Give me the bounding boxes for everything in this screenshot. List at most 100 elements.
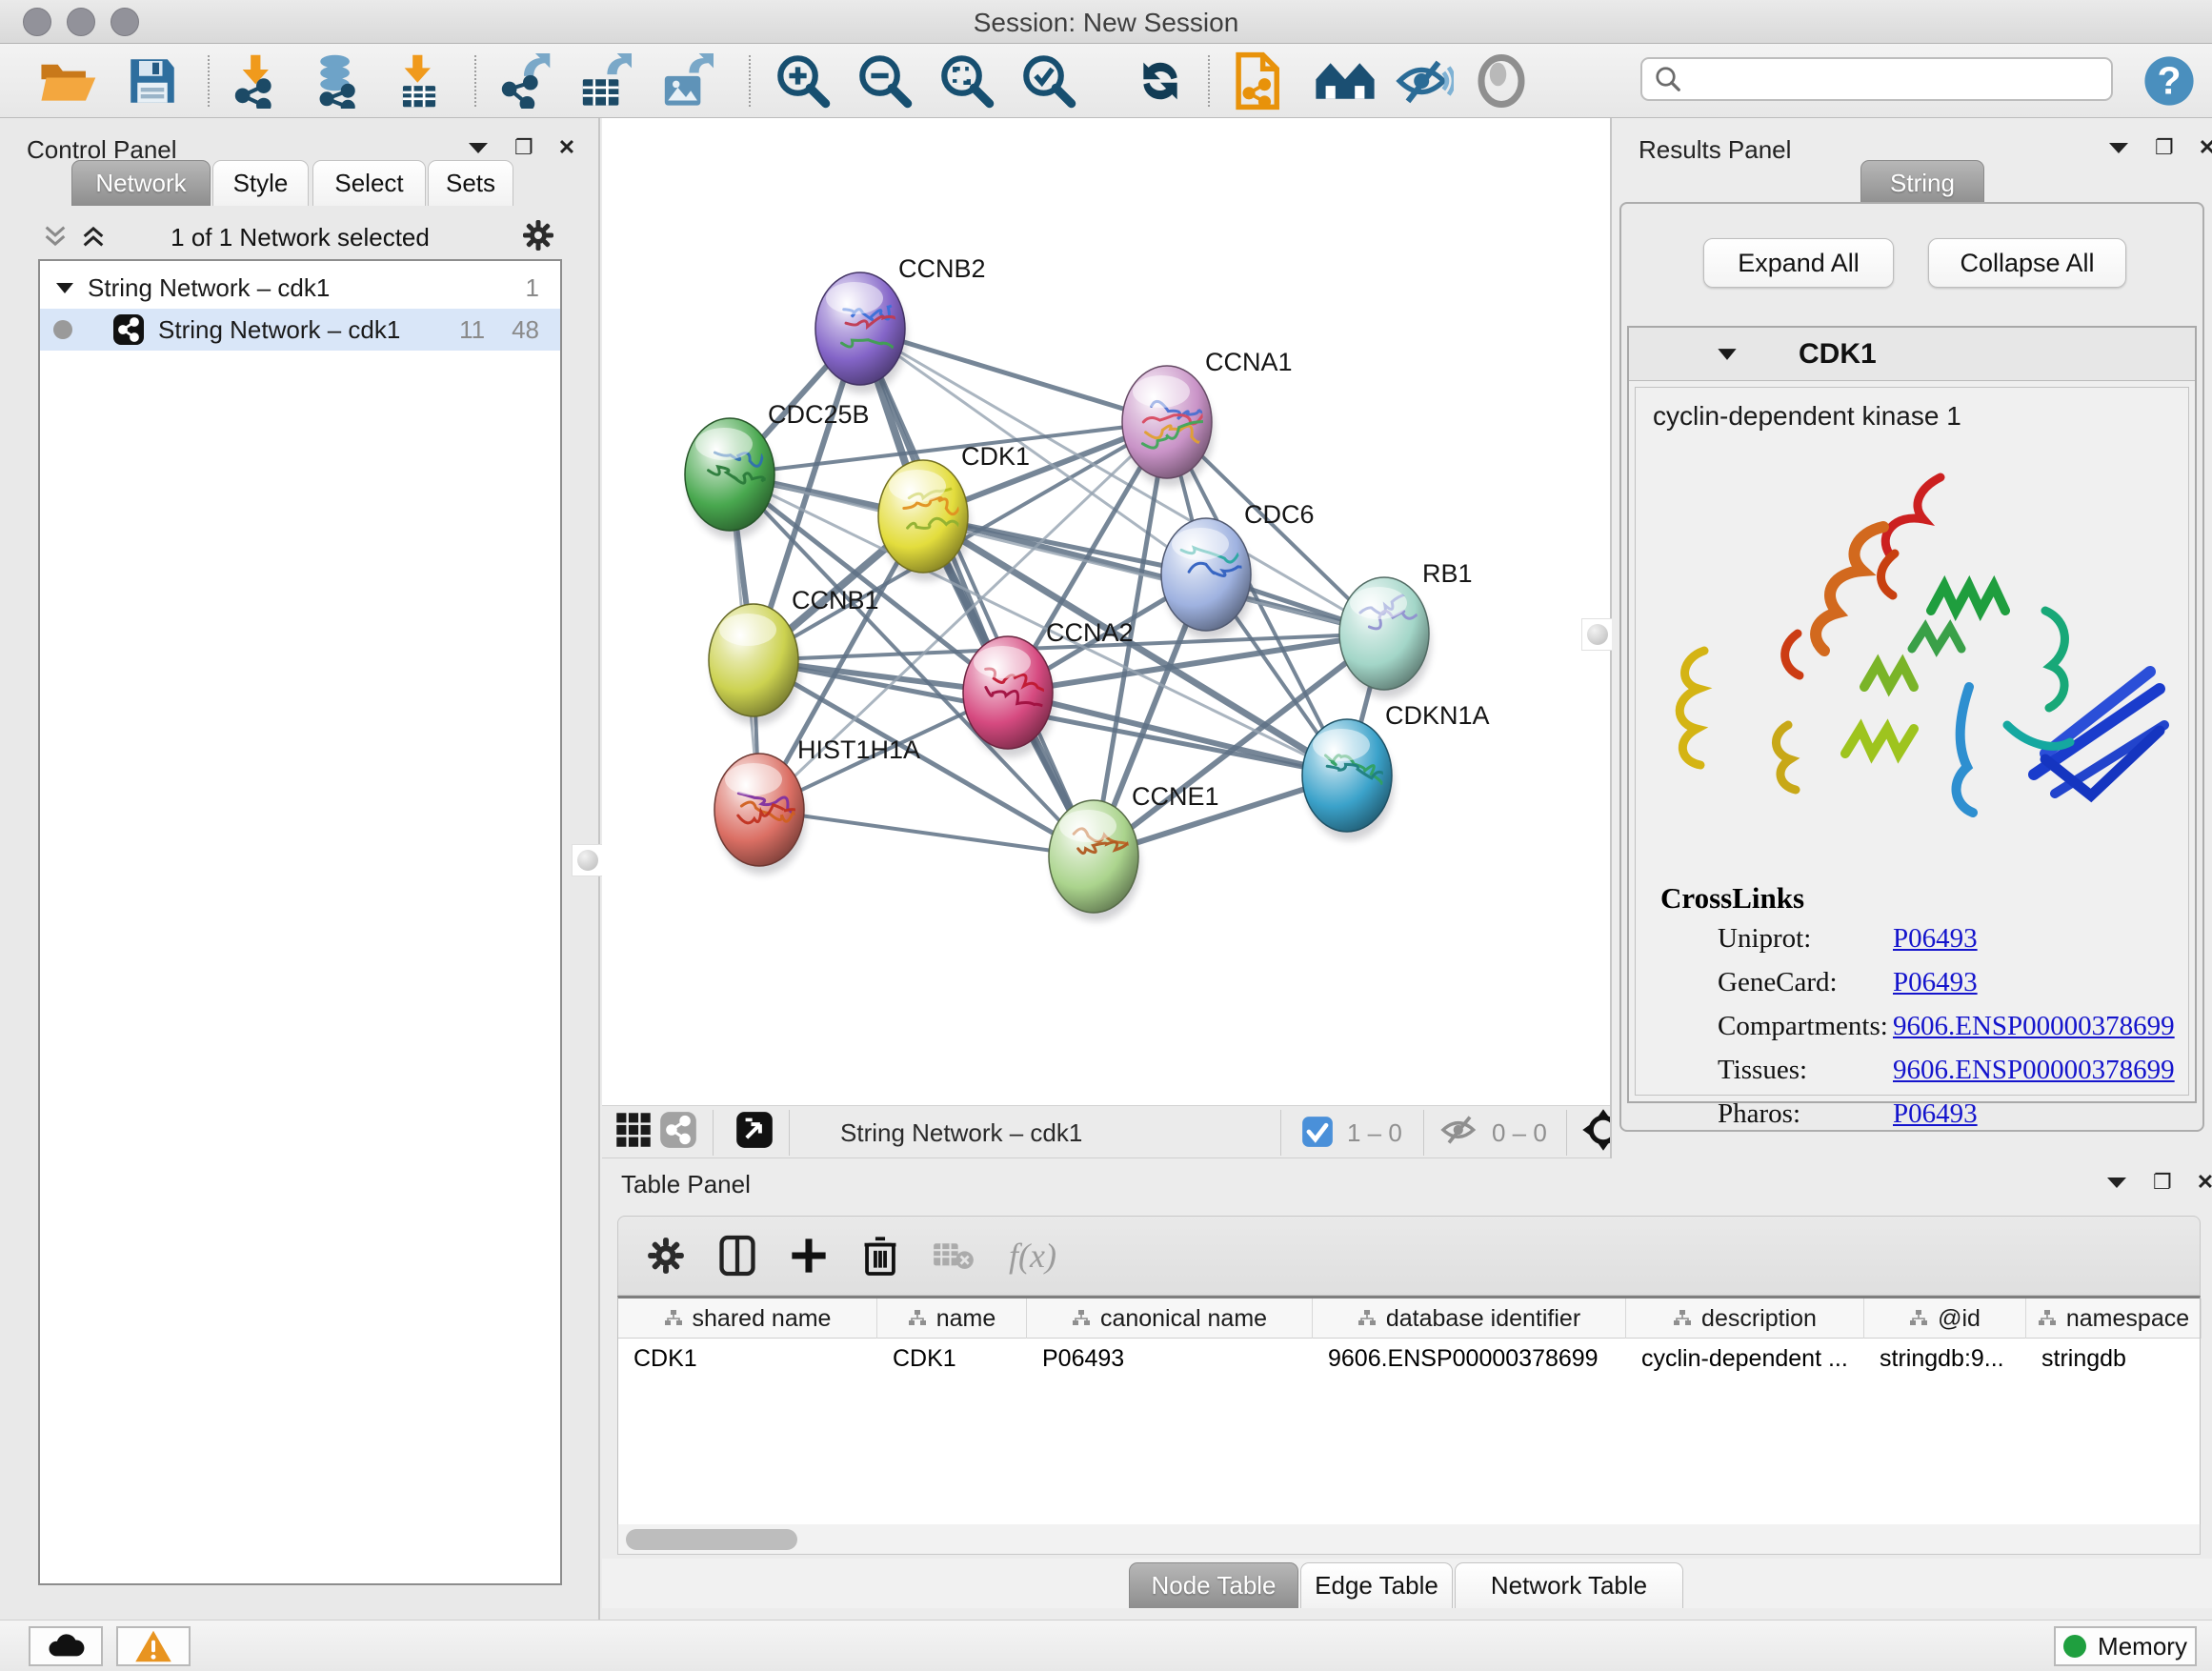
hidden-elements-button[interactable]: [1438, 1102, 1480, 1158]
clear-table-icon[interactable]: [933, 1239, 975, 1272]
tab-string[interactable]: String: [1860, 160, 1984, 206]
node-label-CDC6[interactable]: CDC6: [1244, 500, 1315, 529]
export-table-button[interactable]: [573, 53, 634, 109]
node-label-HIST1H1A[interactable]: HIST1H1A: [797, 735, 920, 764]
node-label-CCNB2[interactable]: CCNB2: [898, 254, 986, 283]
export-image-button[interactable]: [655, 53, 716, 109]
help-button[interactable]: ?: [2142, 53, 2197, 109]
table-cell[interactable]: CDK1: [877, 1339, 1027, 1379]
node-label-CCNA1[interactable]: CCNA1: [1205, 348, 1293, 376]
crosslink-row: GeneCard: P06493: [1636, 967, 2188, 1011]
search-input[interactable]: [1682, 66, 2092, 92]
scrollbar-thumb[interactable]: [626, 1529, 797, 1550]
panel-menu-icon[interactable]: [467, 140, 490, 155]
node-attribute-table[interactable]: shared nameCDK1nameCDK1canonical nameP06…: [617, 1296, 2201, 1524]
refresh-network-button[interactable]: [1132, 53, 1189, 109]
tree-expander-icon[interactable]: [55, 281, 74, 294]
string-network-graph[interactable]: CCNB2 CCNA1 CDC25B CDK1 CDC6 RB1 CCNB1 CCNA2 CDK…: [602, 118, 1610, 1105]
column-header-database-identifier[interactable]: database identifier: [1313, 1299, 1626, 1339]
tab-node-table[interactable]: Node Table: [1129, 1562, 1298, 1608]
toolbar-separator: [749, 55, 751, 107]
table-cell[interactable]: CDK1: [618, 1339, 877, 1379]
table-cell[interactable]: stringdb:9...: [1864, 1339, 2026, 1379]
left-splitter-handle[interactable]: [572, 844, 604, 876]
column-header--id[interactable]: @id: [1864, 1299, 2026, 1339]
crosslink-value[interactable]: P06493: [1893, 1098, 1978, 1130]
add-column-icon[interactable]: [790, 1237, 828, 1275]
tab-select[interactable]: Select: [312, 160, 426, 206]
home-networks-button[interactable]: [1313, 53, 1377, 109]
close-panel-icon[interactable]: ✕: [2199, 135, 2212, 160]
network-view-canvas[interactable]: CCNB2 CCNA1 CDC25B CDK1 CDC6 RB1 CCNB1 CCNA2 CDK…: [602, 118, 1610, 1105]
tab-style[interactable]: Style: [212, 160, 309, 206]
tab-network[interactable]: Network: [71, 160, 211, 206]
network-collection-row[interactable]: String Network – cdk1 1: [40, 267, 560, 309]
crosslink-value[interactable]: 9606.ENSP00000378699: [1893, 1011, 2175, 1042]
function-builder-button[interactable]: f(x): [1009, 1236, 1056, 1276]
delete-column-icon[interactable]: [862, 1235, 898, 1277]
hide-labels-button[interactable]: [1393, 53, 1454, 109]
table-cell[interactable]: stringdb: [2026, 1339, 2202, 1379]
import-table-button[interactable]: [389, 53, 450, 109]
table-settings-gear-icon[interactable]: [647, 1237, 685, 1275]
memory-button[interactable]: Memory: [2054, 1626, 2197, 1666]
zoom-selected-button[interactable]: [1019, 53, 1078, 109]
network-overview-button[interactable]: [659, 1102, 697, 1158]
selected-nodes-checkbox[interactable]: [1301, 1116, 1334, 1148]
collapse-section-icon[interactable]: [1717, 347, 1738, 361]
search-box[interactable]: [1640, 57, 2113, 101]
float-panel-icon[interactable]: ❐: [2153, 1170, 2172, 1195]
node-label-CCNE1[interactable]: CCNE1: [1132, 782, 1219, 811]
crosslink-value[interactable]: 9606.ENSP00000378699: [1893, 1055, 2175, 1086]
node-label-CDKN1A[interactable]: CDKN1A: [1385, 701, 1490, 730]
node-label-CDC25B[interactable]: CDC25B: [768, 400, 870, 429]
birdseye-view-button[interactable]: [735, 1102, 774, 1158]
node-label-RB1[interactable]: RB1: [1422, 559, 1473, 588]
import-network-button[interactable]: [227, 53, 288, 109]
bundle-edges-button[interactable]: [1475, 53, 1528, 109]
column-header-description[interactable]: description: [1626, 1299, 1864, 1339]
panel-menu-icon[interactable]: [2107, 140, 2130, 155]
import-table-icon: [389, 53, 450, 109]
close-panel-icon[interactable]: ✕: [558, 135, 575, 160]
float-panel-icon[interactable]: ❐: [514, 135, 533, 160]
right-splitter-handle[interactable]: [1581, 618, 1614, 651]
column-header-canonical-name[interactable]: canonical name: [1027, 1299, 1313, 1339]
table-horizontal-scrollbar[interactable]: [617, 1524, 2201, 1555]
grid-view-button[interactable]: [615, 1102, 652, 1158]
open-session-button[interactable]: [38, 53, 97, 109]
column-header-name[interactable]: name: [877, 1299, 1027, 1339]
expand-all-button[interactable]: Expand All: [1703, 238, 1894, 288]
column-header-shared-name[interactable]: shared name: [618, 1299, 877, 1339]
collapse-all-button[interactable]: Collapse All: [1928, 238, 2126, 288]
tab-edge-table[interactable]: Edge Table: [1300, 1562, 1453, 1608]
node-label-CCNA2[interactable]: CCNA2: [1046, 618, 1134, 647]
zoom-in-button[interactable]: [774, 53, 833, 109]
table-cell[interactable]: cyclin-dependent ...: [1626, 1339, 1864, 1379]
grid-icon: [615, 1112, 652, 1148]
table-cell[interactable]: 9606.ENSP00000378699: [1313, 1339, 1626, 1379]
export-network-button[interactable]: [493, 53, 554, 109]
warnings-button[interactable]: [116, 1626, 191, 1666]
tab-sets[interactable]: Sets: [428, 160, 513, 206]
cloud-status-button[interactable]: [29, 1626, 103, 1666]
network-row[interactable]: String Network – cdk1 11 48: [40, 309, 560, 351]
close-panel-icon[interactable]: ✕: [2197, 1170, 2212, 1195]
panel-menu-icon[interactable]: [2105, 1175, 2128, 1190]
node-label-CDK1[interactable]: CDK1: [961, 442, 1030, 471]
zoom-out-button[interactable]: [855, 53, 915, 109]
column-header-namespace[interactable]: namespace: [2026, 1299, 2202, 1339]
table-toolbar: f(x): [617, 1216, 2201, 1296]
import-network-from-database-button[interactable]: [307, 53, 370, 109]
tab-network-table[interactable]: Network Table: [1455, 1562, 1683, 1608]
zoom-fit-button[interactable]: [937, 53, 996, 109]
crosslink-value[interactable]: P06493: [1893, 923, 1978, 955]
float-panel-icon[interactable]: ❐: [2155, 135, 2174, 160]
crosslink-value[interactable]: P06493: [1893, 967, 1978, 998]
save-session-button[interactable]: [126, 53, 179, 109]
node-label-CCNB1[interactable]: CCNB1: [792, 586, 879, 614]
table-cell[interactable]: P06493: [1027, 1339, 1313, 1379]
show-columns-icon[interactable]: [719, 1235, 755, 1277]
gear-icon[interactable]: [522, 219, 554, 252]
import-file-network-button[interactable]: [1231, 53, 1288, 109]
